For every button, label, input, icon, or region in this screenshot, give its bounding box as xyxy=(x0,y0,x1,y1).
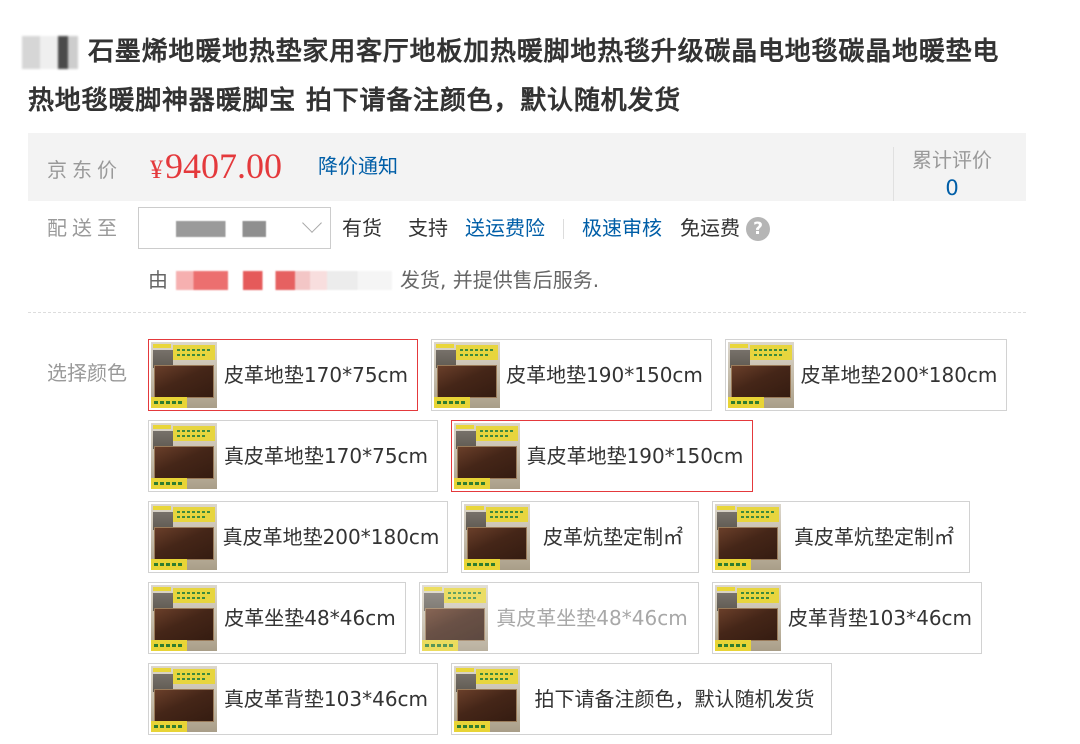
review-label: 累计评价 xyxy=(912,148,992,172)
product-thumbnail xyxy=(454,666,520,732)
redacted-brand xyxy=(22,36,78,69)
product-thumbnail xyxy=(728,342,794,408)
freight-insurance-link[interactable]: 送运费险 xyxy=(465,216,545,240)
section-divider xyxy=(28,312,1026,313)
price-panel: 京东价 ¥9407.00 降价通知 累计评价 0 xyxy=(28,133,1026,201)
color-option[interactable]: 皮革背垫103*46cm xyxy=(712,582,982,654)
redacted-shop-name[interactable] xyxy=(176,271,392,290)
seller-suffix: 发货, 并提供售后服务. xyxy=(400,268,600,292)
color-option[interactable]: 真皮革地垫170*75cm xyxy=(148,420,438,492)
divider xyxy=(563,219,564,239)
support-label: 支持 xyxy=(408,216,448,240)
color-option-label: 真皮革坐垫48*46cm xyxy=(496,606,688,630)
color-option-label: 皮革地垫170*75cm xyxy=(223,363,409,387)
product-thumbnail xyxy=(715,504,781,570)
delivery-area-select[interactable] xyxy=(138,207,331,249)
price-amount: 9407.00 xyxy=(165,146,282,186)
color-option[interactable]: 皮革地垫200*180cm xyxy=(725,339,1007,411)
color-option[interactable]: 皮革炕垫定制㎡ xyxy=(461,501,699,573)
color-option[interactable]: 真皮革背垫103*46cm xyxy=(148,663,438,735)
fast-review-link[interactable]: 极速审核 xyxy=(582,216,662,240)
color-option-label: 真皮革背垫103*46cm xyxy=(223,687,429,711)
price-value: ¥9407.00 xyxy=(150,142,282,198)
review-summary: 累计评价 0 xyxy=(893,147,1027,201)
color-option-label: 拍下请备注颜色，默认随机发货 xyxy=(534,687,815,711)
color-option[interactable]: 拍下请备注颜色，默认随机发货 xyxy=(451,663,832,735)
delivery-label: 配送至 xyxy=(47,216,122,240)
review-count-link[interactable]: 0 xyxy=(912,176,992,200)
color-option-label: 皮革背垫103*46cm xyxy=(787,606,973,630)
color-option-label: 皮革坐垫48*46cm xyxy=(224,606,396,630)
color-option-label: 皮革地垫200*180cm xyxy=(800,363,998,387)
price-label: 京东价 xyxy=(47,158,122,182)
chevron-down-icon xyxy=(302,213,322,233)
color-option-label: 皮革炕垫定制㎡ xyxy=(543,525,683,549)
product-thumbnail xyxy=(422,585,488,651)
product-thumbnail xyxy=(454,423,520,489)
color-option-label: 真皮革地垫170*75cm xyxy=(223,444,429,468)
product-thumbnail xyxy=(151,504,217,570)
product-thumbnail xyxy=(151,342,217,408)
color-option[interactable]: 皮革坐垫48*46cm xyxy=(148,582,406,654)
color-option-label: 真皮革地垫200*180cm xyxy=(222,525,440,549)
product-title: 石墨烯地暖地热垫家用客厅地板加热暖脚地热毯升级碳晶电地毯碳晶地暖垫电热地毯暖脚神… xyxy=(22,28,1008,126)
color-option-label: 皮革地垫190*150cm xyxy=(506,363,703,387)
color-option[interactable]: 真皮革地垫190*150cm xyxy=(451,420,753,492)
color-option-label: 真皮革地垫190*150cm xyxy=(526,444,744,468)
color-option[interactable]: 真皮革地垫200*180cm xyxy=(148,501,448,573)
color-option[interactable]: 真皮革炕垫定制㎡ xyxy=(712,501,970,573)
color-options: 皮革地垫170*75cm 皮革地垫190*150cm 皮革地垫200*180cm… xyxy=(148,339,1018,735)
product-title-text: 石墨烯地暖地热垫家用客厅地板加热暖脚地热毯升级碳晶电地毯碳晶地暖垫电热地毯暖脚神… xyxy=(28,37,1000,116)
redacted-address xyxy=(176,221,266,237)
free-shipping-text: 免运费 xyxy=(680,216,740,240)
product-thumbnail xyxy=(151,666,217,732)
product-thumbnail xyxy=(151,423,217,489)
color-option[interactable]: 皮革地垫170*75cm xyxy=(148,339,418,411)
product-thumbnail xyxy=(434,342,500,408)
color-option[interactable]: 皮革地垫190*150cm xyxy=(431,339,712,411)
stock-status: 有货 xyxy=(342,216,382,240)
product-thumbnail xyxy=(151,585,217,651)
currency-symbol: ¥ xyxy=(150,155,163,184)
seller-prefix: 由 xyxy=(148,268,168,292)
price-drop-notify-link[interactable]: 降价通知 xyxy=(318,154,398,178)
product-thumbnail xyxy=(464,504,530,570)
color-option[interactable]: 真皮革坐垫48*46cm xyxy=(419,582,699,654)
product-thumbnail xyxy=(715,585,781,651)
color-option-label: 真皮革炕垫定制㎡ xyxy=(794,525,954,549)
color-select-label: 选择颜色 xyxy=(47,361,127,385)
help-icon[interactable] xyxy=(746,217,770,241)
